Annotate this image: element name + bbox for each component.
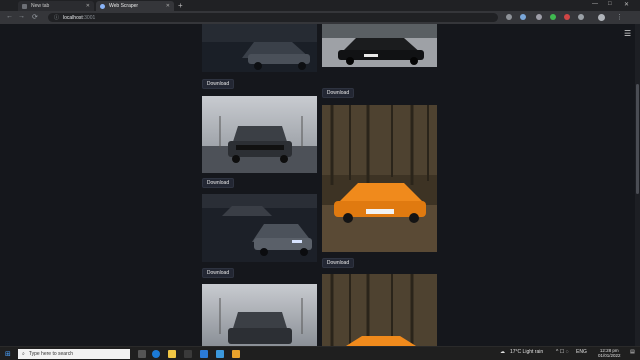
chrome-icon[interactable] — [232, 350, 240, 358]
new-tab-button[interactable]: + — [178, 1, 183, 10]
maximize-button[interactable]: □ — [608, 1, 612, 7]
menu-icon[interactable]: ☰ — [624, 29, 631, 38]
taskbar-search-input[interactable]: ⌕ Type here to search — [18, 349, 130, 359]
clock-date: 01/01/2022 — [598, 353, 621, 358]
mustang-photo — [202, 96, 317, 173]
forward-icon[interactable]: → — [18, 13, 25, 20]
clock[interactable]: 12:28 pm 01/01/2022 — [598, 348, 621, 358]
browser-menu-icon[interactable]: ⋮ — [616, 13, 623, 21]
system-tray-icons[interactable]: ^ ☐ ◌ — [556, 349, 569, 355]
minimize-button[interactable]: — — [592, 1, 598, 7]
vscode-icon[interactable] — [200, 350, 208, 358]
scrollbar-thumb[interactable] — [636, 84, 639, 194]
terminal-icon[interactable] — [216, 350, 224, 358]
edge-icon[interactable] — [152, 350, 160, 358]
camaro-photo — [202, 24, 317, 72]
weather-text[interactable]: 17°C Light rain — [510, 349, 543, 355]
download-button[interactable]: Download — [202, 268, 234, 278]
download-button[interactable]: Download — [202, 79, 234, 89]
close-tab-icon[interactable]: ✕ — [166, 3, 170, 9]
windows-taskbar: ⊞ ⌕ Type here to search ☁ 17°C Light rai… — [0, 346, 640, 360]
file-explorer-icon[interactable] — [168, 350, 176, 358]
url-port: :3001 — [82, 14, 96, 21]
extension-icon[interactable] — [550, 14, 556, 20]
lamborghini-photo — [322, 105, 437, 252]
tab-title: New tab — [31, 3, 50, 9]
lamborghini-photo-2 — [322, 274, 437, 346]
extension-icon[interactable] — [536, 14, 542, 20]
back-icon[interactable]: ← — [6, 13, 13, 20]
browser-toolbar: ← → ⟳ ⓘ localhost :3001 ⋮ — [0, 11, 640, 24]
download-button[interactable]: Download — [322, 88, 354, 98]
weather-icon[interactable]: ☁ — [500, 349, 505, 355]
page-scrollbar[interactable] — [635, 24, 640, 346]
address-bar[interactable]: ⓘ localhost :3001 — [48, 13, 498, 22]
web-scraper-page: ☰ Download Download Download Download Do… — [0, 24, 640, 346]
tab-new-tab[interactable]: New tab ✕ — [18, 1, 94, 11]
mustang-photo-2 — [202, 284, 317, 346]
car-image-orange-lamborghini-2 — [322, 274, 437, 346]
new-tab-icon — [22, 3, 27, 9]
search-icon: ⌕ — [22, 351, 25, 357]
tab-title: Web Scraper — [109, 3, 139, 9]
panamera-photo — [322, 24, 437, 67]
store-icon[interactable] — [184, 350, 192, 358]
car-image-mustang-2 — [202, 284, 317, 346]
extension-icon[interactable] — [520, 14, 526, 20]
task-view-icon[interactable] — [138, 350, 146, 358]
tab-web-scraper[interactable]: Web Scraper ✕ — [96, 1, 174, 11]
windows-start-icon[interactable]: ⊞ — [5, 350, 11, 358]
browser-tab-bar: New tab ✕ Web Scraper ✕ + — □ ✕ — [0, 0, 640, 11]
extensions-puzzle-icon[interactable] — [578, 14, 584, 20]
download-button[interactable]: Download — [322, 258, 354, 268]
extension-icon[interactable] — [564, 14, 570, 20]
close-window-button[interactable]: ✕ — [624, 1, 629, 8]
url-host: localhost — [63, 14, 83, 21]
zoom-icon[interactable] — [506, 14, 512, 20]
close-tab-icon[interactable]: ✕ — [86, 3, 90, 9]
download-button[interactable]: Download — [202, 178, 234, 188]
camaro-garage-photo — [202, 194, 317, 262]
notifications-icon[interactable]: ▤ — [630, 349, 635, 355]
car-image-camaro-garage — [202, 194, 317, 262]
car-image-black-panamera — [322, 24, 437, 67]
profile-avatar[interactable] — [598, 14, 605, 21]
car-image-orange-lamborghini — [322, 105, 437, 252]
site-info-icon[interactable]: ⓘ — [54, 14, 59, 21]
car-image-mustang — [202, 96, 317, 173]
globe-icon — [100, 3, 105, 9]
language-indicator[interactable]: ENG — [576, 349, 587, 355]
search-placeholder: Type here to search — [28, 351, 74, 357]
car-image-dark-camaro — [202, 24, 317, 72]
reload-icon[interactable]: ⟳ — [32, 13, 38, 21]
